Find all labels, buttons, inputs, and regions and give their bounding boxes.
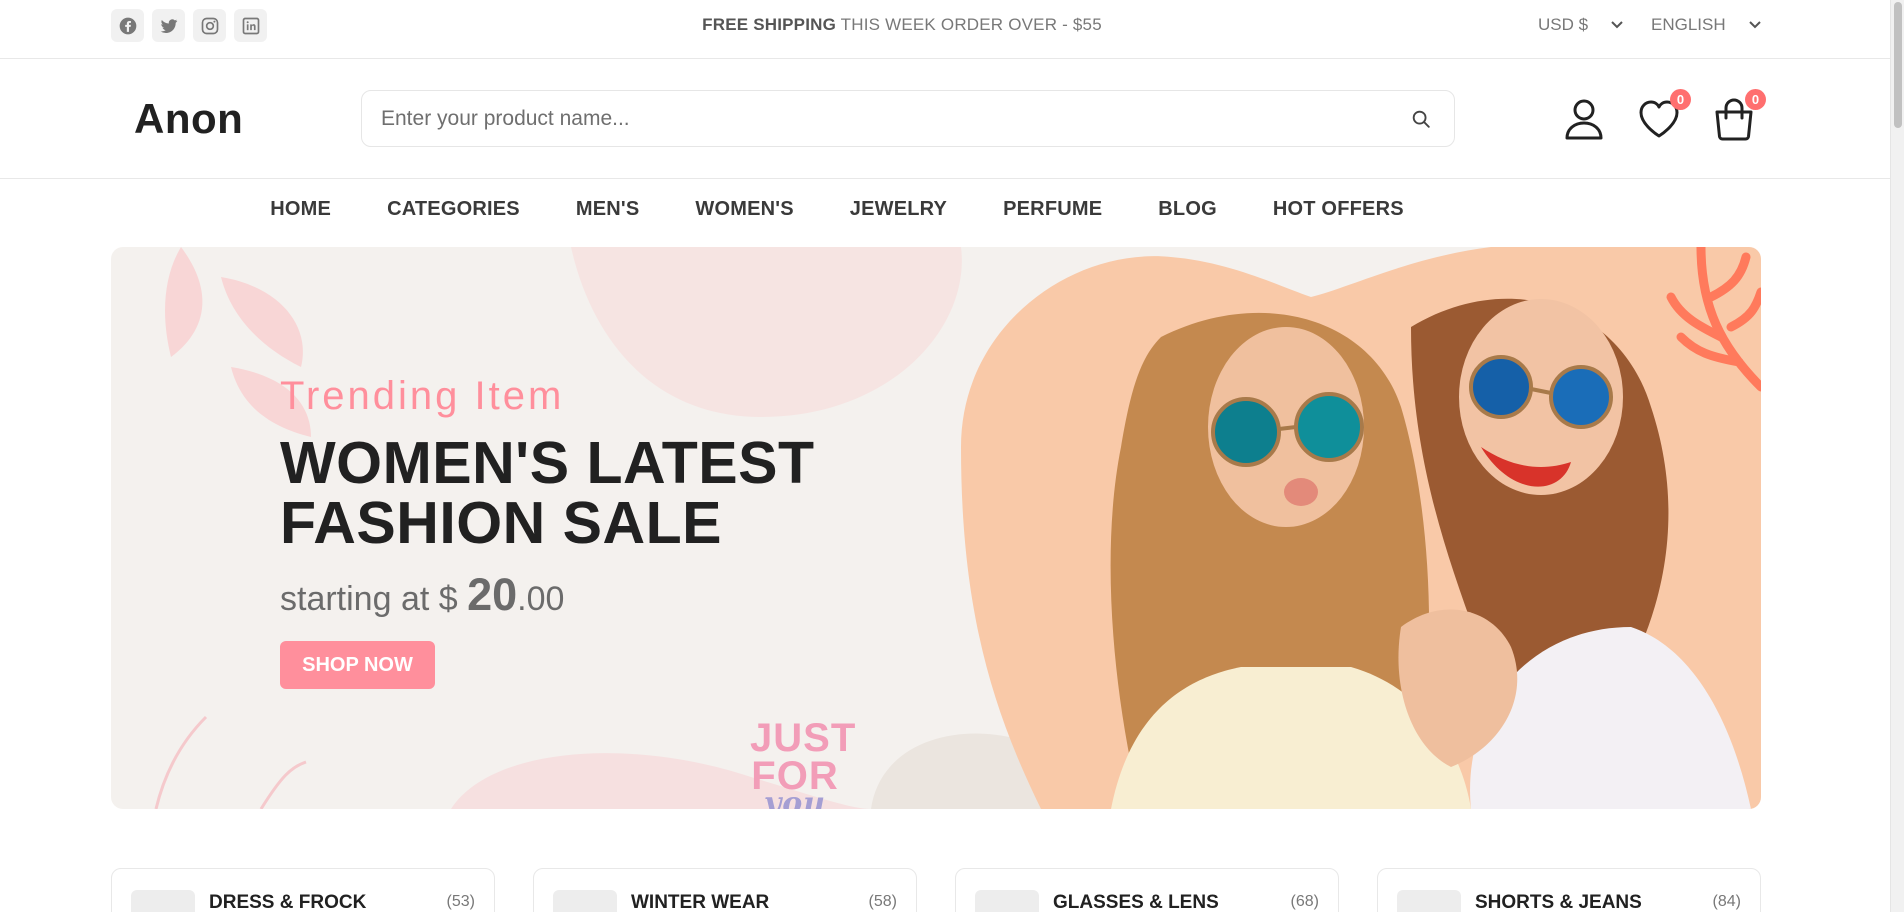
category-count: (58)	[868, 893, 897, 910]
category-count: (53)	[446, 893, 475, 910]
top-bar: FREE SHIPPING THIS WEEK ORDER OVER - $55…	[0, 0, 1890, 59]
nav-item-mens[interactable]: MEN'S	[576, 198, 640, 221]
nav-item-jewelry[interactable]: JEWELRY	[850, 198, 947, 221]
category-name: GLASSES & LENS	[1053, 892, 1219, 912]
nav-item-perfume[interactable]: PERFUME	[1003, 198, 1102, 221]
main-nav: HOME CATEGORIES MEN'S WOMEN'S JEWELRY PE…	[0, 198, 1890, 221]
price-whole: 20	[467, 569, 518, 620]
dress-icon	[131, 890, 195, 912]
coat-icon	[553, 890, 617, 912]
language-select[interactable]: ENGLISH	[1651, 15, 1762, 35]
shipping-notice: FREE SHIPPING THIS WEEK ORDER OVER - $55	[0, 15, 1804, 35]
scrollbar-thumb[interactable]	[1894, 2, 1902, 128]
price-prefix: starting at $	[280, 580, 468, 618]
page-scrollbar[interactable]	[1890, 0, 1904, 912]
shipping-strong: FREE SHIPPING	[702, 15, 837, 34]
nav-menu: HOME CATEGORIES MEN'S WOMEN'S JEWELRY PE…	[270, 198, 1404, 221]
hero-banner: Trending Item WOMEN'S LATEST FASHION SAL…	[111, 247, 1761, 809]
search-icon[interactable]	[1410, 108, 1432, 130]
banner-title: WOMEN'S LATEST FASHION SALE	[280, 430, 815, 556]
category-card[interactable]: WINTER WEAR (58)	[533, 868, 917, 912]
banner-price: starting at $ 20.00	[280, 569, 564, 621]
category-name: SHORTS & JEANS	[1475, 892, 1642, 912]
wishlist-button[interactable]: 0	[1636, 89, 1691, 142]
cart-count-badge: 0	[1745, 89, 1766, 110]
nav-item-categories[interactable]: CATEGORIES	[387, 198, 520, 221]
chevron-down-icon	[1748, 21, 1761, 29]
currency-select[interactable]: USD $	[1538, 15, 1624, 35]
category-name: DRESS & FROCK	[209, 892, 367, 912]
just-for-you-sticker: JUST FOR you	[750, 718, 855, 809]
price-cents: .00	[517, 580, 565, 618]
main-header: Anon 0 0	[0, 59, 1890, 179]
category-card[interactable]: SHORTS & JEANS (84)	[1377, 868, 1761, 912]
wishlist-count-badge: 0	[1670, 89, 1691, 110]
search-input[interactable]	[362, 91, 1362, 146]
nav-item-womens[interactable]: WOMEN'S	[695, 198, 793, 221]
nav-item-home[interactable]: HOME	[270, 198, 331, 221]
chevron-down-icon	[1611, 21, 1623, 29]
banner-subtitle: Trending Item	[280, 374, 565, 418]
user-icon[interactable]	[1561, 96, 1607, 142]
site-logo[interactable]: Anon	[134, 95, 243, 143]
nav-item-blog[interactable]: BLOG	[1158, 198, 1217, 221]
cart-button[interactable]: 0	[1711, 89, 1766, 142]
glasses-icon	[975, 890, 1039, 912]
search-box	[361, 90, 1455, 147]
category-name: WINTER WEAR	[631, 892, 770, 912]
language-value: ENGLISH	[1651, 15, 1726, 34]
currency-value: USD $	[1538, 15, 1589, 34]
category-card[interactable]: DRESS & FROCK (53)	[111, 868, 495, 912]
shipping-rest: THIS WEEK ORDER OVER - $55	[836, 15, 1102, 34]
category-count: (68)	[1290, 893, 1319, 910]
category-count: (84)	[1712, 893, 1741, 910]
nav-item-hot-offers[interactable]: HOT OFFERS	[1273, 198, 1404, 221]
jeans-icon	[1397, 890, 1461, 912]
shop-now-button[interactable]: SHOP NOW	[280, 641, 435, 689]
category-card[interactable]: GLASSES & LENS (68)	[955, 868, 1339, 912]
